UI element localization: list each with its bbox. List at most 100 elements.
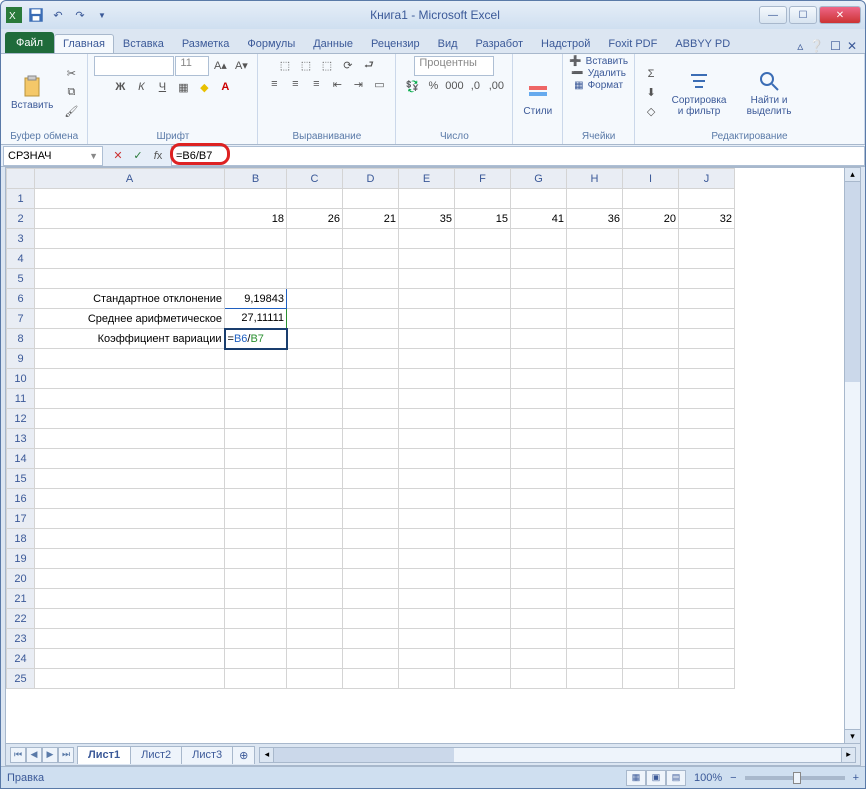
cell-A25[interactable]	[35, 669, 225, 689]
cell-G21[interactable]	[511, 589, 567, 609]
cell-F15[interactable]	[455, 469, 511, 489]
cell-A23[interactable]	[35, 629, 225, 649]
cell-F18[interactable]	[455, 529, 511, 549]
cell-A20[interactable]	[35, 569, 225, 589]
cell-G11[interactable]	[511, 389, 567, 409]
vscroll-thumb[interactable]	[845, 182, 860, 382]
view-pagebreak-icon[interactable]: ▤	[666, 770, 686, 786]
minimize-button[interactable]: —	[759, 6, 787, 24]
cell-H13[interactable]	[567, 429, 623, 449]
cell-H22[interactable]	[567, 609, 623, 629]
tab-data[interactable]: Данные	[304, 34, 362, 53]
cell-G3[interactable]	[511, 229, 567, 249]
cell-G25[interactable]	[511, 669, 567, 689]
cell-A9[interactable]	[35, 349, 225, 369]
cell-G2[interactable]: 41	[511, 209, 567, 229]
cell-B12[interactable]	[225, 409, 287, 429]
cell-A4[interactable]	[35, 249, 225, 269]
cell-H15[interactable]	[567, 469, 623, 489]
cell-A2[interactable]	[35, 209, 225, 229]
cell-I4[interactable]	[623, 249, 679, 269]
tab-formulas[interactable]: Формулы	[238, 34, 304, 53]
vertical-scrollbar[interactable]: ▴ ▾	[844, 168, 860, 743]
cell-I9[interactable]	[623, 349, 679, 369]
clear-icon[interactable]: ◇	[641, 103, 661, 121]
cell-H2[interactable]: 36	[567, 209, 623, 229]
autosum-icon[interactable]: Σ	[641, 65, 661, 83]
cell-F17[interactable]	[455, 509, 511, 529]
font-size-combo[interactable]: 11	[175, 56, 209, 76]
cell-D25[interactable]	[343, 669, 399, 689]
cell-I10[interactable]	[623, 369, 679, 389]
cell-A17[interactable]	[35, 509, 225, 529]
cell-D17[interactable]	[343, 509, 399, 529]
cell-I25[interactable]	[623, 669, 679, 689]
tab-abbyy[interactable]: ABBYY PD	[666, 34, 739, 53]
cell-E10[interactable]	[399, 369, 455, 389]
cell-J3[interactable]	[679, 229, 735, 249]
cell-C11[interactable]	[287, 389, 343, 409]
cell-C17[interactable]	[287, 509, 343, 529]
cell-E13[interactable]	[399, 429, 455, 449]
horizontal-scrollbar[interactable]: ◂ ▸	[259, 747, 856, 763]
cell-E4[interactable]	[399, 249, 455, 269]
cells-delete-label[interactable]: Удалить	[588, 68, 626, 79]
cell-G17[interactable]	[511, 509, 567, 529]
cell-C4[interactable]	[287, 249, 343, 269]
tab-layout[interactable]: Разметка	[173, 34, 239, 53]
cell-D20[interactable]	[343, 569, 399, 589]
cell-G8[interactable]	[511, 329, 567, 349]
cell-E2[interactable]: 35	[399, 209, 455, 229]
cell-A8[interactable]: Коэффициент вариации	[35, 329, 225, 349]
cell-F13[interactable]	[455, 429, 511, 449]
cell-J24[interactable]	[679, 649, 735, 669]
cell-C25[interactable]	[287, 669, 343, 689]
cell-B9[interactable]	[225, 349, 287, 369]
cell-B6[interactable]: 9,19843	[225, 289, 287, 309]
cell-J11[interactable]	[679, 389, 735, 409]
cell-I5[interactable]	[623, 269, 679, 289]
row-header-6[interactable]: 6	[7, 289, 35, 309]
cell-G24[interactable]	[511, 649, 567, 669]
row-header-17[interactable]: 17	[7, 509, 35, 529]
cell-G7[interactable]	[511, 309, 567, 329]
cell-A7[interactable]: Среднее арифметическое	[35, 309, 225, 329]
cell-I18[interactable]	[623, 529, 679, 549]
cell-A11[interactable]	[35, 389, 225, 409]
row-header-5[interactable]: 5	[7, 269, 35, 289]
cell-I2[interactable]: 20	[623, 209, 679, 229]
col-header-I[interactable]: I	[623, 169, 679, 189]
cell-I3[interactable]	[623, 229, 679, 249]
cell-B17[interactable]	[225, 509, 287, 529]
cell-H9[interactable]	[567, 349, 623, 369]
cell-B19[interactable]	[225, 549, 287, 569]
cell-B10[interactable]	[225, 369, 287, 389]
cell-B7[interactable]: 27,11111	[225, 309, 287, 329]
cell-G9[interactable]	[511, 349, 567, 369]
cell-F20[interactable]	[455, 569, 511, 589]
cells-format-icon[interactable]: ▦	[574, 80, 583, 91]
cell-I16[interactable]	[623, 489, 679, 509]
cell-G19[interactable]	[511, 549, 567, 569]
copy-icon[interactable]: ⧉	[61, 84, 81, 102]
zoom-in-icon[interactable]: +	[853, 772, 859, 784]
col-header-G[interactable]: G	[511, 169, 567, 189]
row-header-24[interactable]: 24	[7, 649, 35, 669]
indent-dec-icon[interactable]: ⇤	[327, 75, 347, 93]
cell-J2[interactable]: 32	[679, 209, 735, 229]
cell-B1[interactable]	[225, 189, 287, 209]
redo-icon[interactable]: ↷	[71, 6, 89, 24]
cell-C3[interactable]	[287, 229, 343, 249]
paste-button[interactable]: Вставить	[7, 72, 57, 113]
cell-A18[interactable]	[35, 529, 225, 549]
orientation-icon[interactable]: ⟳	[338, 56, 358, 74]
cell-H23[interactable]	[567, 629, 623, 649]
cell-D6[interactable]	[343, 289, 399, 309]
cell-I13[interactable]	[623, 429, 679, 449]
cell-I8[interactable]	[623, 329, 679, 349]
tab-developer[interactable]: Разработ	[467, 34, 532, 53]
cell-D18[interactable]	[343, 529, 399, 549]
row-header-14[interactable]: 14	[7, 449, 35, 469]
cell-E17[interactable]	[399, 509, 455, 529]
close-button[interactable]: ✕	[819, 6, 861, 24]
